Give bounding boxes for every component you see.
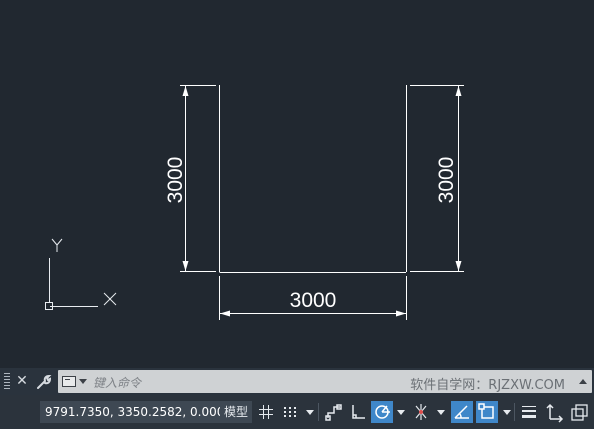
object-snap-tracking-icon[interactable] (451, 401, 473, 423)
status-bar: 9791.7350, 3350.2582, 0.0000 模型 (0, 395, 594, 429)
ucs-x-label: X (0, 0, 1, 1)
chevron-down-icon[interactable] (79, 379, 87, 384)
chevron-up-icon[interactable] (579, 379, 587, 384)
command-input[interactable]: 键入命令 (93, 374, 141, 391)
command-line-bar: ✕ 键入命令 软件自学网：RJZXW.COM (0, 368, 594, 395)
infer-constraints-icon[interactable] (323, 401, 345, 423)
chevron-down-icon[interactable] (437, 410, 445, 415)
separator (318, 403, 319, 421)
command-prompt-icon[interactable] (62, 376, 76, 387)
snap-dots-icon[interactable] (279, 401, 301, 423)
chevron-down-icon[interactable] (397, 410, 405, 415)
model-space-button[interactable]: 模型 (220, 401, 252, 423)
dimension-bottom-text: 3000 (290, 289, 337, 312)
wrench-icon[interactable] (35, 371, 53, 392)
chevron-down-icon[interactable] (503, 410, 511, 415)
ortho-icon[interactable] (347, 401, 369, 423)
u-shape-geometry[interactable] (219, 85, 407, 273)
dimension-left-text: 3000 (164, 157, 187, 204)
object-snap-icon[interactable] (476, 401, 498, 423)
annotation-scale-icon[interactable] (544, 401, 566, 423)
watermark-text: 软件自学网：RJZXW.COM (410, 378, 565, 393)
command-input-box[interactable]: 键入命令 软件自学网：RJZXW.COM (58, 370, 592, 393)
close-icon[interactable]: ✕ (13, 371, 31, 392)
dimension-right-text: 3000 (435, 157, 458, 204)
lineweight-icon[interactable] (518, 401, 540, 423)
ucs-y-label: Y (0, 0, 1, 1)
polar-tracking-icon[interactable] (371, 401, 393, 423)
grid-icon[interactable] (255, 401, 277, 423)
coordinate-readout[interactable]: 9791.7350, 3350.2582, 0.0000 (40, 401, 238, 423)
chevron-down-icon[interactable] (306, 410, 314, 415)
drawing-canvas[interactable]: 3000 3000 3000 X Y (0, 0, 594, 368)
ucs-icon (45, 238, 117, 310)
separator (514, 403, 515, 421)
grip-handle[interactable] (4, 373, 10, 390)
isometric-icon[interactable] (410, 401, 432, 423)
selection-cycling-icon[interactable] (569, 401, 591, 423)
